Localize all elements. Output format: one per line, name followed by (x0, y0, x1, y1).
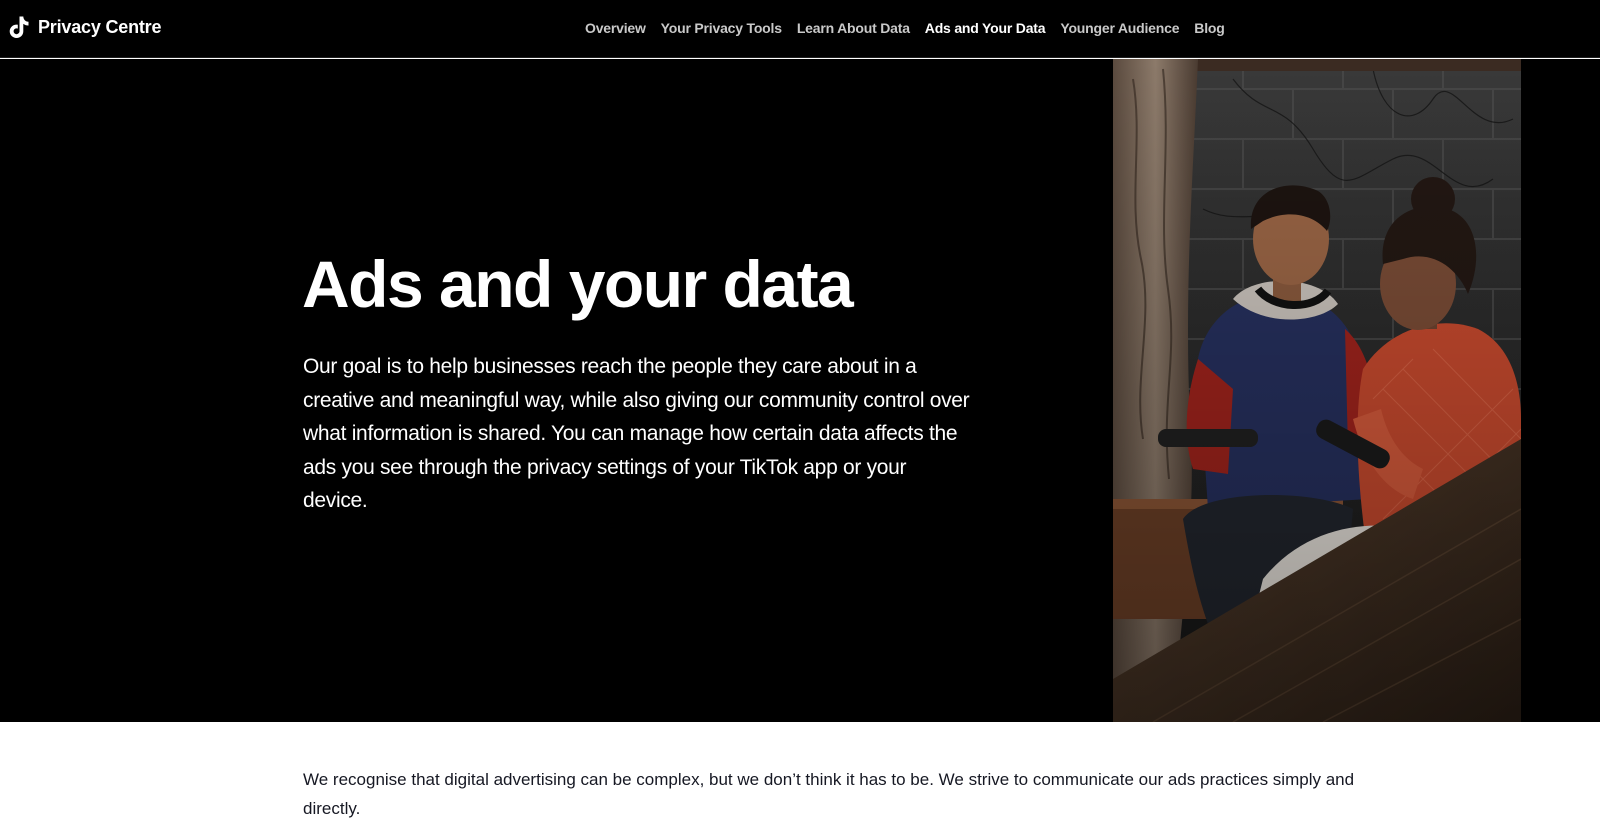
tiktok-logo-icon (9, 16, 29, 38)
hero-title: Ads and your data (302, 247, 854, 321)
nav-item-ads-and-your-data[interactable]: Ads and Your Data (925, 20, 1046, 36)
site-header: Privacy Centre Overview Your Privacy Too… (0, 0, 1600, 58)
nav-item-your-privacy-tools[interactable]: Your Privacy Tools (661, 20, 782, 36)
nav-item-younger-audience[interactable]: Younger Audience (1060, 20, 1179, 36)
nav-item-overview[interactable]: Overview (585, 20, 646, 36)
brand-name: Privacy Centre (38, 16, 162, 37)
hero-photo (1113, 59, 1521, 722)
hero-section: Ads and your data Our goal is to help bu… (0, 59, 1600, 722)
brand-home-link[interactable]: Privacy Centre (8, 13, 161, 41)
nav-item-blog[interactable]: Blog (1194, 20, 1225, 36)
main-nav: Overview Your Privacy Tools Learn About … (585, 18, 1225, 38)
intro-text: We recognise that digital advertising ca… (303, 770, 1355, 818)
hero-description: Our goal is to help businesses reach the… (303, 355, 970, 512)
nav-item-learn-about-data[interactable]: Learn About Data (797, 20, 910, 36)
